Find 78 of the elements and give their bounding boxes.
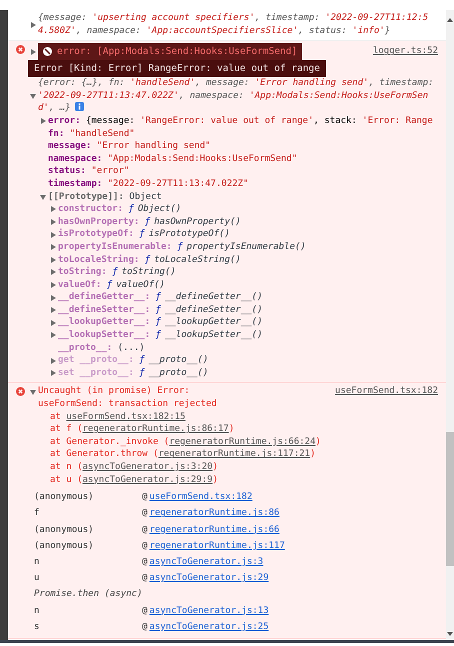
function-name: u: [34, 572, 40, 586]
property-row[interactable]: constructor: ƒ Object(): [58, 203, 182, 216]
at-sign: @: [142, 620, 148, 634]
function-name: (anonymous): [34, 524, 95, 537]
function-name: (anonymous): [34, 540, 95, 553]
function-name: n: [34, 604, 40, 618]
stack-trace-line: at Generator._invoke (regeneratorRuntime.js:66:24): [49, 436, 322, 448]
stack-trace-line: at n (asyncToGenerator.js:3:20): [49, 461, 219, 474]
at-sign: @: [142, 604, 148, 618]
collapse-arrow-icon[interactable]: [40, 194, 46, 200]
stack-trace-line: at Generator.throw (regeneratorRuntime.js:117:21): [49, 448, 317, 461]
scroll-thumb[interactable]: [446, 432, 454, 566]
file-link[interactable]: regeneratorRuntime.js:117: [149, 538, 285, 554]
property-row[interactable]: valueOf: ƒ valueOf(): [58, 278, 165, 292]
object-preview: {message: 'upserting account specifiers', timestamp: '2022-09-27T11:12:54.580Z', namespace: 'App:accountSpecifiersSlice', status: 'info'}: [38, 12, 430, 38]
file-link[interactable]: asyncToGenerator.js:29: [149, 570, 269, 586]
property-row[interactable]: [[Prototype]]: Object: [48, 190, 162, 204]
stack-trace-line: at u (asyncToGenerator.js:29:9): [49, 474, 219, 486]
property-row[interactable]: __lookupSetter__: ƒ __lookupSetter__(): [58, 329, 263, 342]
property-row[interactable]: hasOwnProperty: ƒ hasOwnProperty(): [58, 216, 241, 228]
at-sign: @: [142, 572, 148, 586]
property-row[interactable]: message: "Error handling send": [48, 140, 211, 153]
error-detail-badge: Error [Kind: Error] RangeError: value out of range: [28, 60, 326, 78]
file-link[interactable]: useFormSend.tsx:182:15: [66, 412, 186, 422]
source-link[interactable]: logger.ts:52: [364, 45, 438, 58]
file-link[interactable]: regeneratorRuntime.js:86: [149, 505, 280, 522]
at-sign: @: [142, 507, 148, 520]
stack-trace-line: at f (regeneratorRuntime.js:86:17): [49, 423, 236, 436]
file-link[interactable]: asyncToGenerator.js:3:20: [82, 462, 213, 472]
file-link[interactable]: asyncToGenerator.js:3: [149, 554, 264, 570]
scroll-down-icon[interactable]: [447, 632, 453, 636]
file-link[interactable]: regeneratorRuntime.js:86:17: [82, 424, 229, 434]
at-sign: @: [142, 556, 148, 569]
property-row[interactable]: error: {message: 'RangeError: value out of range', stack: 'Error: Range: [48, 114, 433, 128]
expand-arrow-icon[interactable]: [30, 22, 36, 28]
expand-arrow-icon[interactable]: [30, 48, 36, 55]
property-row[interactable]: __proto__: (...): [58, 342, 145, 354]
function-name: f: [34, 507, 40, 520]
property-row[interactable]: toString: ƒ toString(): [58, 266, 176, 279]
error-icon: [16, 45, 25, 54]
file-link[interactable]: regeneratorRuntime.js:66:24: [169, 436, 316, 447]
function-name: n: [34, 556, 40, 569]
function-name: s: [34, 620, 40, 634]
collapse-arrow-icon[interactable]: [30, 388, 36, 395]
at-sign: @: [142, 524, 148, 537]
at-sign: @: [142, 491, 148, 504]
info-icon[interactable]: [74, 102, 84, 112]
source-link[interactable]: useFormSend.tsx:182: [327, 385, 438, 398]
scroll-up-icon[interactable]: [447, 18, 453, 22]
property-row[interactable]: propertyIsEnumerable: ƒ propertyIsEnumerable(): [58, 240, 306, 254]
property-row[interactable]: namespace: "App:Modals:Send:Hooks:UseFormSend": [48, 152, 298, 166]
property-row[interactable]: __defineGetter__: ƒ __defineGetter__(): [58, 291, 263, 304]
property-row[interactable]: toLocaleString: ƒ toLocaleString(): [58, 254, 241, 266]
error-icon: [16, 387, 25, 396]
property-row[interactable]: fn: "handleSend": [48, 128, 135, 140]
object-preview: {error: {…}, fn: 'handleSend', message: 'Error handling send', timestamp: '2022-09-27T11:13:47.022Z', namespace: 'App:Modals:Send:Hooks:UseFormSend', …}: [38, 77, 435, 115]
file-link[interactable]: useFormSend.tsx:182: [149, 489, 252, 506]
property-row[interactable]: status: "error": [48, 165, 130, 178]
file-link[interactable]: asyncToGenerator.js:25: [149, 618, 269, 636]
stack-trace-line: at useFormSend.tsx:182:15: [49, 410, 186, 424]
file-link[interactable]: asyncToGenerator.js:13: [149, 602, 269, 619]
property-row[interactable]: set __proto__: ƒ __proto__(): [58, 366, 208, 380]
async-label: Promise.then (async): [34, 588, 142, 602]
scrollbar[interactable]: [446, 10, 454, 640]
file-link[interactable]: regeneratorRuntime.js:66: [149, 522, 280, 538]
file-link[interactable]: asyncToGenerator.js:29:9: [82, 474, 213, 485]
error-badge: error: [App:Modals:Send:Hooks:UseFormSend]: [38, 43, 302, 60]
property-row[interactable]: __defineSetter__: ƒ __defineSetter__(): [58, 304, 263, 316]
function-name: (anonymous): [34, 491, 95, 504]
file-link[interactable]: regeneratorRuntime.js:117:21: [158, 449, 310, 460]
property-row[interactable]: isPrototypeOf: ƒ isPrototypeOf(): [58, 228, 230, 241]
property-row[interactable]: get __proto__: ƒ __proto__(): [58, 354, 208, 367]
collapse-arrow-icon[interactable]: [30, 93, 36, 100]
property-row[interactable]: timestamp: "2022-09-27T11:13:47.022Z": [48, 178, 248, 191]
blocked-icon: [43, 47, 52, 56]
at-sign: @: [142, 540, 148, 553]
expand-arrow-icon[interactable]: [40, 118, 46, 124]
property-row[interactable]: __lookupGetter__: ƒ __lookupGetter__(): [58, 316, 263, 330]
